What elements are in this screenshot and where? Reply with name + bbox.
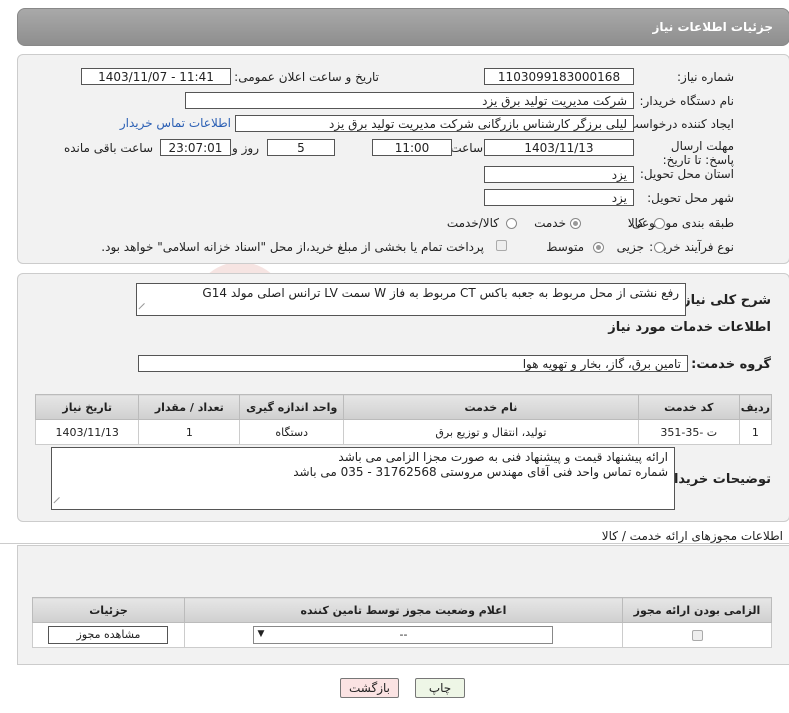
buyer-label: نام دستگاه خریدار: <box>639 94 735 108</box>
buyer-notes-line1: ارائه پیشنهاد قیمت و پیشنهاد فنی به صورت… <box>338 450 668 464</box>
page-header: جزئیات اطلاعات نیاز <box>17 8 789 46</box>
col-code: کد خدمت <box>637 394 740 420</box>
buyer-contact-link[interactable]: اطلاعات تماس خریدار <box>120 116 231 130</box>
city-label: شهر محل تحویل: <box>647 191 734 205</box>
view-permit-button[interactable]: مشاهده مجوز <box>48 626 169 644</box>
need-number-label: شماره نیاز: <box>677 70 734 84</box>
service-group-field: تامین برق، گاز، بخار و تهویه هوا <box>138 355 688 372</box>
process-option-medium: متوسط <box>546 240 584 254</box>
need-number-field: 1103099183000168 <box>484 68 634 85</box>
process-option-minor: جزیی <box>616 240 644 254</box>
col-name: نام خدمت <box>343 394 639 420</box>
col-details: جزئیات <box>32 597 185 623</box>
treasury-checkbox[interactable] <box>496 240 507 251</box>
category-radio-service[interactable] <box>570 218 581 229</box>
category-option-service: خدمت <box>534 216 566 230</box>
resize-grip-icon[interactable] <box>53 496 66 510</box>
process-radio-minor[interactable] <box>654 242 665 253</box>
days-label: روز و <box>232 141 259 155</box>
cell-row: 1 <box>738 419 773 445</box>
print-button[interactable]: چاپ <box>415 678 465 698</box>
process-radio-medium[interactable] <box>593 242 604 253</box>
cell-date: 1403/11/13 <box>34 419 140 445</box>
deadline-time-field: 11:00 <box>372 139 452 156</box>
resize-grip-icon[interactable] <box>138 302 151 316</box>
remaining-time-field: 23:07:01 <box>160 139 231 156</box>
description-textarea[interactable]: رفع نشتی از محل مربوط به جعبه باکس CT مر… <box>136 283 686 316</box>
buyer-notes-textarea[interactable]: ارائه پیشنهاد قیمت و پیشنهاد فنی به صورت… <box>51 447 675 510</box>
treasury-text: پرداخت تمام یا بخشی از مبلغ خرید،از محل … <box>101 240 484 254</box>
announce-label: تاریخ و ساعت اعلان عمومی: <box>234 70 379 84</box>
required-checkbox <box>691 630 703 641</box>
category-option-goods: کالا <box>627 216 644 230</box>
category-radio-goods[interactable] <box>654 218 665 229</box>
cell-code: ت -35-351 <box>637 419 740 445</box>
col-required: الزامی بودن ارائه مجوز <box>622 597 772 623</box>
buyer-field: شرکت مدیریت تولید برق یزد <box>185 92 634 109</box>
announce-field: 1403/11/07 - 11:41 <box>81 68 231 85</box>
creator-label: ایجاد کننده درخواست: <box>623 117 734 131</box>
permits-table-header: الزامی بودن ارائه مجوز اعلام وضعیت مجوز … <box>32 597 772 623</box>
table-row: 1 ت -35-351 تولید، انتقال و توزیع برق دس… <box>34 419 773 445</box>
buyer-notes-label: توضیحات خریدار: <box>661 472 771 487</box>
service-table-header: ردیف کد خدمت نام خدمت واحد اندازه گیری ت… <box>34 394 773 420</box>
cell-qty: 1 <box>138 419 241 445</box>
col-qty: تعداد / مقدار <box>138 394 241 420</box>
city-field: یزد <box>484 189 634 206</box>
col-status: اعلام وضعیت مجوز توسط تامین کننده <box>183 597 624 623</box>
category-option-goods-service: کالا/خدمت <box>446 216 499 230</box>
cell-details: مشاهده مجوز <box>32 622 185 648</box>
col-unit: واحد اندازه گیری <box>239 394 345 420</box>
back-button[interactable]: بازگشت <box>340 678 399 698</box>
permit-status-select[interactable]: -- ▼ <box>253 626 554 644</box>
chevron-down-icon: ▼ <box>257 629 265 639</box>
province-field: یزد <box>484 166 634 183</box>
service-group-label: گروه خدمت: <box>691 357 771 372</box>
col-row: ردیف <box>738 394 773 420</box>
service-table: ردیف کد خدمت نام خدمت واحد اندازه گیری ت… <box>34 394 773 445</box>
buyer-notes-line2: شماره تماس واحد فنی آقای مهندس مروستی 31… <box>293 465 668 479</box>
description-label: شرح کلی نیاز: <box>677 293 771 308</box>
deadline-label: مهلت ارسال پاسخ: تا تاریخ: <box>662 139 734 167</box>
remaining-label: ساعت باقی مانده <box>63 141 153 155</box>
divider <box>0 543 789 544</box>
permits-table: الزامی بودن ارائه مجوز اعلام وضعیت مجوز … <box>32 597 772 648</box>
time-label: ساعت <box>450 141 483 155</box>
table-row: -- ▼ مشاهده مجوز <box>32 622 772 648</box>
description-text: رفع نشتی از محل مربوط به جعبه باکس CT مر… <box>202 286 679 300</box>
cell-status: -- ▼ <box>183 622 624 648</box>
cell-name: تولید، انتقال و توزیع برق <box>343 419 639 445</box>
creator-field: لیلی برزگر کارشناس بازرگانی شرکت مدیریت … <box>235 115 634 132</box>
days-field: 5 <box>267 139 335 156</box>
cell-unit: دستگاه <box>239 419 345 445</box>
col-date: تاریخ نیاز <box>34 394 140 420</box>
page-title: جزئیات اطلاعات نیاز <box>652 20 773 34</box>
deadline-date-field: 1403/11/13 <box>484 139 634 156</box>
permit-status-value: -- <box>399 628 408 641</box>
services-title: اطلاعات خدمات مورد نیاز <box>608 320 771 335</box>
cell-required <box>622 622 772 648</box>
permits-title: اطلاعات مجوزهای ارائه خدمت / کالا <box>601 529 783 543</box>
category-radio-goods-service[interactable] <box>506 218 517 229</box>
province-label: استان محل تحویل: <box>639 167 734 181</box>
